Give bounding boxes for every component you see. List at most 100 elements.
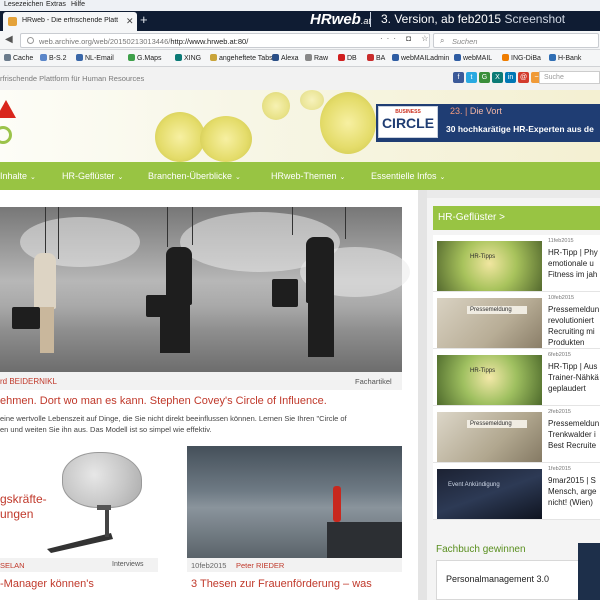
url-bar[interactable]: web.archive.org/web/20150213013446/http:… — [20, 33, 430, 48]
browser-tab[interactable]: HRweb - Die erfrischende Platt ✕ — [3, 12, 137, 31]
featured-title[interactable]: ehmen. Dort wo man es kann. Stephen Cove… — [0, 395, 327, 407]
menu-hilfe[interactable]: Hilfe — [71, 1, 85, 8]
sidebar-article[interactable]: Pressemeldung 10feb2015 Pressemeldun revolu… — [433, 292, 600, 349]
sidebar-article-title-line: Pressemeldun — [548, 419, 600, 428]
sidebar-article-title-line: Trainer-Nähkä — [548, 373, 599, 382]
sidebar-article-thumbnail[interactable]: Pressemeldung — [437, 412, 542, 462]
social-icon[interactable]: f — [453, 72, 464, 83]
bookmark-item[interactable]: G.Maps — [128, 54, 162, 62]
book-cover-image[interactable] — [578, 543, 600, 600]
superhero-figure — [333, 486, 341, 522]
social-icon[interactable]: @ — [518, 72, 529, 83]
social-icon[interactable]: in — [505, 72, 516, 83]
close-tab-icon[interactable]: ✕ — [126, 16, 134, 27]
bookmark-item[interactable]: Alexa — [272, 54, 299, 62]
sidebar-article[interactable]: HR-Tipps 6feb2015 HR-Tipp | Aus Trainer-Näh… — [433, 349, 600, 406]
featured-article-image[interactable] — [0, 207, 410, 372]
social-icon[interactable]: t — [466, 72, 477, 83]
sidebar-article-thumbnail[interactable]: Pressemeldung — [437, 298, 542, 348]
nav-item-essentielle-infos[interactable]: Essentielle Infos ⌄ — [371, 171, 445, 181]
card2-author[interactable]: Peter RIEDER — [236, 561, 284, 570]
sidebar-article-title[interactable]: HR-Tipp | Aus Trainer-Nähkä geplaudert — [548, 361, 600, 394]
overlay-version: 3. Version, ab feb2015 — [381, 12, 502, 26]
chevron-down-icon: ⌄ — [339, 174, 346, 181]
bookmark-item[interactable]: Cache — [4, 54, 33, 62]
overlay-screenshot-label: Screenshot — [504, 12, 566, 26]
nav-item-hrweb-themen[interactable]: HRweb-Themen ⌄ — [271, 171, 345, 181]
site-search-input[interactable]: Suche — [539, 71, 600, 84]
sidebar-article[interactable]: Pressemeldung 2feb2015 Pressemeldun Trenkwa… — [433, 406, 600, 463]
bookmark-icon — [272, 54, 279, 61]
sidebar-article-date: 6feb2015 — [548, 352, 571, 358]
url-text: web.archive.org/web/20150213013446/http:… — [39, 37, 248, 46]
nav-item-inhalte[interactable]: Inhalte ⌄ — [0, 171, 36, 181]
sidebar-article-title[interactable]: HR-Tipp | Phy emotionale u Fitness im jah — [548, 247, 600, 280]
featured-author[interactable]: rd BEIDERNIKL — [0, 377, 57, 386]
bookmark-item[interactable]: H-Bank — [549, 54, 581, 62]
bookmark-icon — [4, 54, 11, 61]
bookmark-icon — [210, 54, 217, 61]
bookmark-item[interactable]: DB — [338, 54, 357, 62]
social-icon[interactable]: X — [492, 72, 503, 83]
nav-item-hr-gefluester[interactable]: HR-Geflüster ⌄ — [62, 171, 123, 181]
bookmark-item[interactable]: XING — [175, 54, 201, 62]
bookmark-label: B-S.2 — [49, 55, 67, 62]
sidebar-article-title-line: Fitness im jah — [548, 270, 598, 279]
nav-label: Essentielle Infos — [371, 171, 437, 181]
bookmark-item[interactable]: Raw — [305, 54, 328, 62]
sidebar-article[interactable]: HR-Tipps 11feb2015 HR-Tipp | Phy emotionale… — [433, 235, 600, 292]
puppet-string — [192, 207, 193, 245]
bookmark-item[interactable]: angeheftete Tabs — [210, 54, 273, 62]
sidebar-heading[interactable]: HR-Geflüster > — [433, 206, 600, 230]
url-actions[interactable]: ··· ◘ ☆ — [380, 34, 432, 43]
card1-author[interactable]: SELAN — [0, 561, 25, 570]
bookmark-item[interactable]: BA — [367, 54, 385, 62]
site-search-placeholder: Suche — [544, 74, 564, 81]
overlay-separator — [370, 12, 371, 27]
sidebar-article-thumbnail[interactable]: HR-Tipps — [437, 355, 542, 405]
card1-category[interactable]: Interviews — [112, 561, 144, 568]
featured-meta-bar — [0, 372, 402, 390]
site-logo-triangle[interactable] — [0, 100, 16, 118]
bookmark-item[interactable]: ING-DiBa — [502, 54, 541, 62]
menu-lesezeichen[interactable]: Lesezeichen — [4, 1, 43, 8]
chevron-down-icon: ⌄ — [117, 174, 124, 181]
bookmark-item[interactable]: webMAIL — [454, 54, 492, 62]
sidebar-article-thumbnail[interactable]: Event Ankündigung — [437, 469, 542, 519]
back-arrow-icon[interactable]: ◀ — [5, 34, 18, 47]
sidebar-article-thumbnail[interactable]: HR-Tipps — [437, 241, 542, 291]
bookmark-item[interactable]: webMAILadmin — [392, 54, 449, 62]
fachbuch-title[interactable]: Personalmanagement 3.0 — [446, 574, 549, 584]
card2-title[interactable]: 3 Thesen zur Frauenförderung – was — [191, 578, 372, 590]
sidebar-article-title-line: revolutioniert — [548, 316, 594, 325]
chevron-down-icon: ⌄ — [30, 174, 36, 181]
sidebar-article-title[interactable]: Pressemeldun Trenkwalder i Best Recruite — [548, 418, 600, 451]
banner-brand: CIRCLE — [381, 115, 435, 131]
browser-search-input[interactable]: ⌕ Suchen — [433, 33, 599, 48]
bookmark-icon — [40, 54, 47, 61]
sidebar-article-title[interactable]: 9mar2015 | S Mensch, arge nicht! (Wien) — [548, 475, 600, 508]
sidebar-article-title-line: HR-Tipp | Phy — [548, 248, 598, 257]
sidebar-article-title-line: geplaudert — [548, 384, 586, 393]
nav-item-branchen[interactable]: Branchen-Überblicke ⌄ — [148, 171, 241, 181]
sidebar-article-date: 11feb2015 — [548, 238, 574, 244]
new-tab-icon[interactable]: + — [140, 12, 148, 27]
info-icon[interactable] — [27, 37, 34, 44]
card1-title[interactable]: -Manager können's — [0, 578, 94, 590]
menu-extras[interactable]: Extras — [46, 1, 66, 8]
banner-line2: 30 hochkarätige HR-Experten aus de — [446, 124, 594, 134]
business-circle-logo: BUSINESS CIRCLE — [378, 106, 438, 138]
card2-date: 10feb2015 — [191, 561, 227, 570]
figure-legs — [308, 301, 334, 357]
bookmark-item[interactable]: NL-Email — [76, 54, 114, 62]
social-icon[interactable]: G — [479, 72, 490, 83]
thumbnail-label: HR-Tipps — [470, 368, 496, 374]
sidebar-article[interactable]: Event Ankündigung 1feb2015 9mar2015 | S Men… — [433, 463, 600, 520]
url-site-part: http://www.hrweb.at:80/ — [170, 37, 249, 46]
bookmark-item[interactable]: B-S.2 — [40, 54, 67, 62]
puppet-string — [292, 207, 293, 235]
briefcase-icon — [146, 295, 172, 317]
card2-image[interactable] — [187, 446, 402, 558]
featured-category[interactable]: Fachartikel — [355, 377, 392, 386]
sidebar-article-title[interactable]: Pressemeldun revolutioniert Recruiting mi P… — [548, 304, 600, 348]
